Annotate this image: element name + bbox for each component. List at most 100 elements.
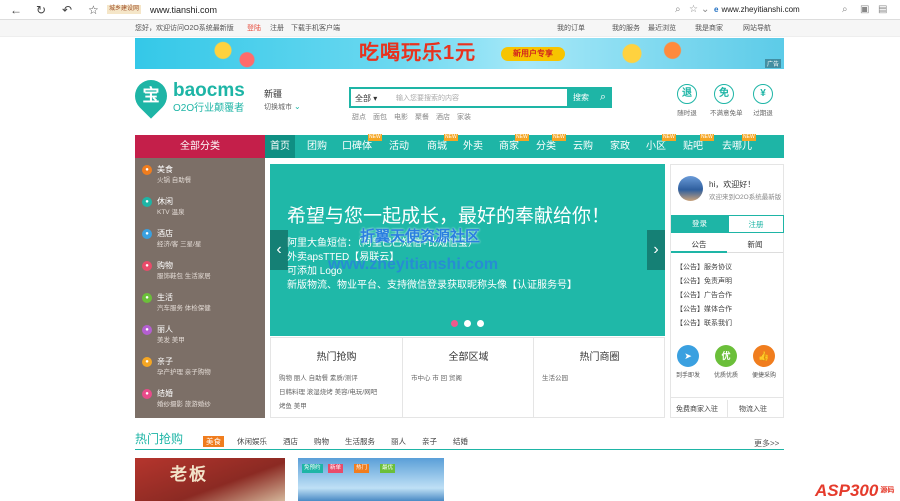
slider-next-button[interactable]: ›: [647, 230, 665, 270]
hot-word-link[interactable]: 甜点: [352, 114, 366, 121]
nav-item-housekeeping[interactable]: 家政: [604, 135, 636, 158]
new-badge: NEW: [444, 134, 458, 141]
search-input[interactable]: 输入您要搜索的内容: [396, 93, 459, 104]
category-sub[interactable]: 汽车服务 体检保健: [157, 305, 211, 313]
download-app-link[interactable]: 下载手机客户端: [291, 24, 340, 33]
category-sub[interactable]: 美发 美甲: [157, 337, 185, 345]
nav-item-groupbuy[interactable]: 团购: [301, 135, 333, 158]
address-bar[interactable]: 城乡建设网 www.tianshi.com ⌕ ☆ ⌄: [107, 2, 709, 18]
tab-news[interactable]: 新闻: [727, 237, 783, 253]
free-order-badge: 免 不满意免单: [710, 84, 743, 117]
search-button-label: 搜索: [573, 93, 589, 102]
tab-wedding[interactable]: 结婚: [453, 436, 468, 447]
block-link[interactable]: 购物 丽人 自助餐 素质/测评: [279, 372, 358, 382]
tab-leisure[interactable]: 休闲娱乐: [237, 436, 267, 447]
switch-city-button[interactable]: 切换城市 ⌄: [264, 102, 301, 112]
watermark-suffix: 源码: [880, 487, 895, 494]
search-type-select[interactable]: 全部 ▾: [355, 93, 377, 104]
tab-notice[interactable]: 公告: [671, 237, 727, 253]
notice-link[interactable]: 【公告】媒体合作: [676, 305, 732, 314]
login-button[interactable]: 登录: [671, 215, 728, 233]
hero-slider[interactable]: 希望与您一起成长，最好的奉献给你！ 阿里大鱼短信：（阿里巴巴短信+比短信宝） 外…: [270, 164, 665, 336]
block-link[interactable]: 生活公园: [542, 372, 568, 382]
dropdown-icon[interactable]: ⌄: [701, 2, 709, 18]
reload-icon[interactable]: ↻: [36, 2, 46, 18]
star-icon[interactable]: ☆: [88, 2, 99, 18]
undo-icon[interactable]: ↶: [62, 2, 72, 18]
hot-word-link[interactable]: 酒店: [436, 114, 450, 121]
tab-beauty[interactable]: 丽人: [391, 436, 406, 447]
category-sub[interactable]: 火锅 自助餐: [157, 177, 191, 185]
quick-link-quality[interactable]: 优 优质优质: [711, 345, 741, 379]
quick-link-delivery[interactable]: ➤ 到手即发: [673, 345, 703, 379]
url-text: www.tianshi.com: [150, 5, 218, 15]
search-icon[interactable]: ⌕: [842, 2, 848, 18]
notice-link[interactable]: 【公告】免责声明: [676, 277, 732, 286]
second-address-bar[interactable]: e www.zheyitianshi.com: [714, 2, 834, 18]
more-link[interactable]: 更多>>: [754, 438, 779, 449]
block-link[interactable]: 日韩料理 滚湿烧烤 美容/电玩/网吧: [279, 386, 377, 396]
slider-prev-button[interactable]: ‹: [270, 230, 288, 270]
notice-link[interactable]: 【公告】服务协议: [676, 263, 732, 272]
tab-life-service[interactable]: 生活服务: [345, 436, 375, 447]
site-nav-link[interactable]: 网站导航: [743, 24, 771, 33]
merchant-link[interactable]: 我是商家: [695, 24, 723, 33]
my-orders-link[interactable]: 我的订单: [557, 24, 585, 33]
slider-dot[interactable]: [464, 320, 471, 327]
login-link[interactable]: 登陆: [247, 24, 261, 33]
logistics-join-link[interactable]: 物流入驻: [739, 404, 767, 414]
hot-districts-block: 热门商圈 生活公园: [533, 338, 664, 417]
my-services-link[interactable]: 我的服务: [612, 24, 640, 33]
register-button[interactable]: 注册: [728, 215, 784, 233]
logo-char[interactable]: 宝: [135, 80, 167, 112]
search-button[interactable]: 搜索 ⌕: [567, 87, 612, 108]
block-link[interactable]: 烤鱼 美甲: [279, 400, 307, 410]
hot-word-link[interactable]: 聚餐: [415, 114, 429, 121]
back-icon[interactable]: ←: [10, 2, 22, 18]
beauty-icon: ●: [142, 325, 152, 335]
tab-food[interactable]: 美食: [203, 436, 224, 447]
nav-item-activity[interactable]: 活动: [383, 135, 415, 158]
category-sub[interactable]: 服饰鞋包 生活家居: [157, 273, 211, 281]
nav-item-takeout[interactable]: 外卖: [457, 135, 489, 158]
hot-word-link[interactable]: 家装: [457, 114, 471, 121]
hot-word-link[interactable]: 电影: [394, 114, 408, 121]
quick-link-purchase[interactable]: 👍 便捷采购: [749, 345, 779, 379]
tab-family[interactable]: 亲子: [422, 436, 437, 447]
category-sub[interactable]: 婚纱摄影 旅游婚纱: [157, 401, 211, 409]
all-categories-button[interactable]: 全部分类: [135, 135, 265, 158]
deal-card-image[interactable]: 免预约 新单 热门 最优: [298, 458, 444, 501]
notice-link[interactable]: 【公告】联系我们: [676, 319, 732, 328]
second-url-text: www.zheyitianshi.com: [721, 5, 800, 14]
hot-search-words: 甜点 面包 电影 聚餐 酒店 家装: [352, 112, 478, 122]
notice-link[interactable]: 【公告】广告合作: [676, 291, 732, 300]
merchant-join-link[interactable]: 免费商家入驻: [676, 404, 718, 414]
extension-icon[interactable]: ▣: [860, 2, 869, 18]
extension-icon[interactable]: ▤: [878, 2, 887, 18]
register-link[interactable]: 注册: [270, 24, 284, 33]
slider-headline: 希望与您一起成长，最好的奉献给你！: [287, 206, 611, 227]
search-icon[interactable]: ⌕: [675, 2, 681, 18]
tab-shopping[interactable]: 购物: [314, 436, 329, 447]
bookmark-icon[interactable]: ☆: [689, 2, 698, 18]
search-box: 全部 ▾ 输入您要搜索的内容 搜索 ⌕: [349, 87, 612, 108]
category-sub[interactable]: 孕产护理 亲子购物: [157, 369, 211, 377]
category-sub[interactable]: 经济/客 三星/星: [157, 241, 201, 249]
watermark-brand: ASP300: [815, 481, 879, 500]
slider-dot[interactable]: [451, 320, 458, 327]
hot-word-link[interactable]: 面包: [373, 114, 387, 121]
slider-line: 新版物流、物业平台、支持微信登录获取昵称头像【认证服务号】: [287, 280, 577, 291]
tab-hotel[interactable]: 酒店: [283, 436, 298, 447]
ad-banner[interactable]: 吃喝玩乐1元 新用户专享 广告: [135, 38, 784, 69]
deal-card-image[interactable]: 老板: [135, 458, 285, 501]
nav-item-cloudbuy[interactable]: 云购: [567, 135, 599, 158]
slider-dot[interactable]: [477, 320, 484, 327]
block-title: 全部区域: [448, 352, 489, 363]
block-link[interactable]: 市中心 市 回 贸阁: [411, 372, 462, 382]
category-sub[interactable]: KTV 温泉: [157, 209, 184, 217]
category-name: 结婚: [157, 389, 173, 398]
recent-views-link[interactable]: 最近浏览: [648, 24, 676, 33]
logo-name[interactable]: baocms: [173, 81, 245, 101]
nav-item-home[interactable]: 首页: [265, 135, 295, 158]
new-badge: NEW: [700, 134, 714, 141]
